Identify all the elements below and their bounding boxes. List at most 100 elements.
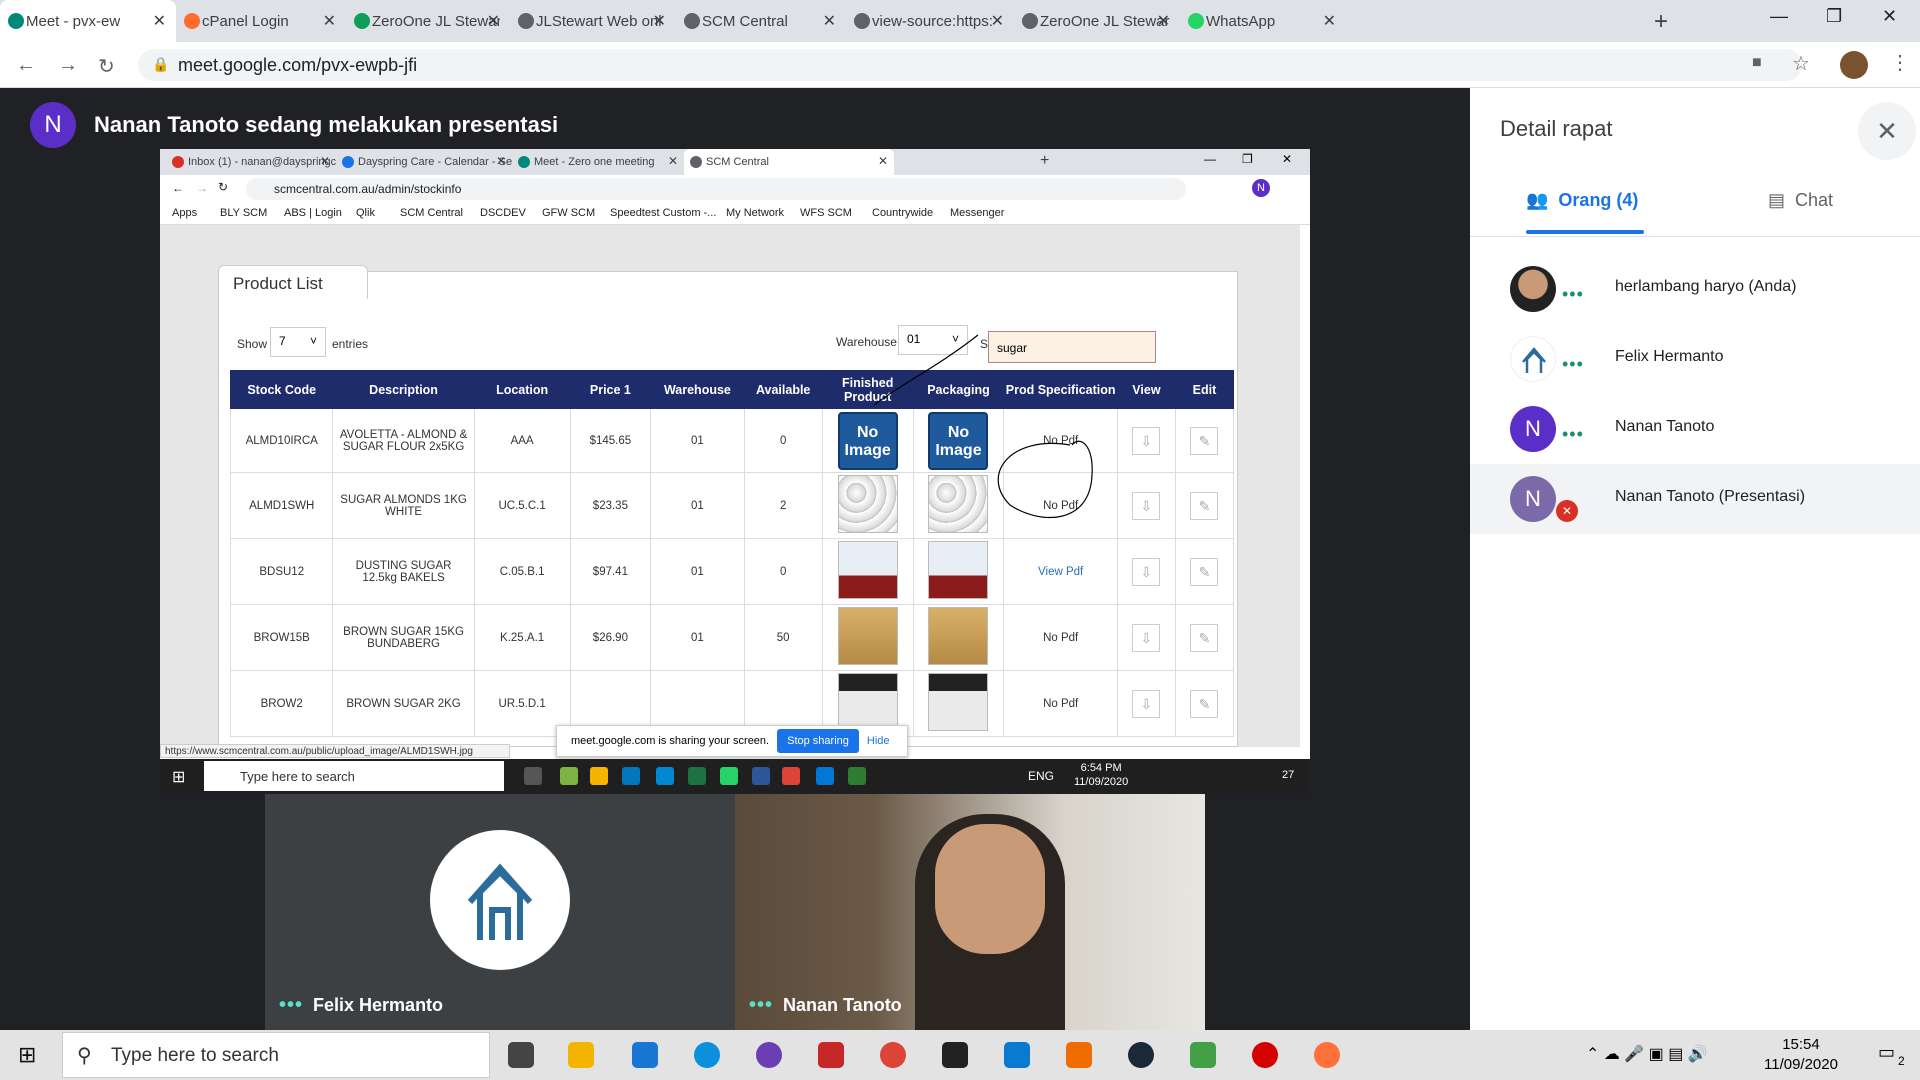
browser-tab[interactable]: Meet - pvx-ew ✕	[0, 0, 176, 42]
tab-close-icon[interactable]: ✕	[991, 11, 1004, 31]
shared-toolbar: ← → ↻ scmcentral.com.au/admin/stockinfo …	[160, 175, 1310, 203]
browser-tab[interactable]: ZeroOne JL Stewar ✕	[1014, 0, 1180, 42]
divider	[1470, 236, 1920, 237]
download-icon: ⇩	[1132, 689, 1161, 718]
packaging-cell	[912, 604, 1005, 671]
stop-sharing-button: Stop sharing	[777, 729, 859, 753]
file-explorer-icon[interactable]	[568, 1042, 594, 1068]
tile-name: Felix Hermanto	[313, 995, 444, 1015]
tab-close-icon[interactable]: ✕	[323, 11, 336, 31]
filezilla-icon[interactable]	[818, 1042, 844, 1068]
close-icon[interactable]: ✕	[1858, 102, 1916, 160]
tab-chat[interactable]: ▤ Chat	[1768, 190, 1833, 211]
bookmark-item: SCM Central	[400, 207, 463, 219]
pencil-icon: ✎	[1190, 689, 1219, 718]
vscode-icon[interactable]	[1004, 1042, 1030, 1068]
tab-close-icon[interactable]: ✕	[1323, 11, 1336, 31]
participant-name: Nanan Tanoto (Presentasi)	[1615, 488, 1806, 505]
edit-cell: ✎	[1174, 472, 1235, 539]
firefox-icon[interactable]	[1314, 1042, 1340, 1068]
task-view-icon[interactable]	[508, 1042, 534, 1068]
xampp-icon[interactable]	[1066, 1042, 1092, 1068]
tab-title: cPanel Login	[202, 12, 289, 30]
browser-tab[interactable]: cPanel Login ✕	[176, 0, 346, 42]
tab-close-icon[interactable]: ✕	[153, 11, 166, 31]
menu-icon[interactable]: ⋮	[1890, 50, 1910, 75]
tab-favicon-icon	[1188, 13, 1204, 29]
terminal-icon[interactable]	[942, 1042, 968, 1068]
tab-close-icon[interactable]: ✕	[1157, 11, 1170, 31]
shared-windows-icon: ⊞	[172, 769, 186, 786]
participant-avatar: N	[1510, 406, 1556, 452]
product-list-title: Product List	[218, 265, 368, 299]
tab-close-icon[interactable]: ✕	[487, 11, 500, 31]
bookmark-star-icon[interactable]: ☆	[1792, 51, 1810, 76]
windows-start-icon[interactable]: ⊞	[18, 1042, 36, 1068]
cell-avail: 2	[743, 472, 823, 539]
packaging-cell	[912, 670, 1005, 737]
participant-item[interactable]: N ✕ Nanan Tanoto (Presentasi)	[1470, 464, 1920, 534]
tile-name: Nanan Tanoto	[783, 995, 902, 1015]
participant-tile-felix[interactable]: ••• Felix Hermanto	[265, 794, 735, 1030]
product-thumbnail	[837, 673, 898, 731]
reload-button[interactable]: ↻	[98, 54, 115, 79]
product-thumbnail	[928, 607, 989, 665]
active-tab-indicator	[1526, 230, 1644, 234]
utorrent-icon[interactable]	[1190, 1042, 1216, 1068]
browser-tab[interactable]: SCM Central ✕	[676, 0, 846, 42]
windows-search-box[interactable]: ⚲ Type here to search	[62, 1032, 490, 1078]
cell-price: $26.90	[569, 604, 652, 671]
screen-share-notice: meet.google.com is sharing your screen. …	[556, 725, 908, 757]
participant-avatar	[1510, 336, 1556, 382]
browser-tab[interactable]: view-source:https: ✕	[846, 0, 1014, 42]
tab-favicon-icon	[518, 13, 534, 29]
app2-icon	[848, 767, 866, 785]
system-clock[interactable]: 15:54 11/09/2020	[1764, 1035, 1838, 1075]
shared-tab-favicon-icon	[518, 156, 530, 168]
steam-icon[interactable]	[1128, 1042, 1154, 1068]
cell-code: BROW2	[229, 670, 334, 737]
edge-icon[interactable]	[694, 1042, 720, 1068]
chrome-icon[interactable]	[880, 1042, 906, 1068]
forward-button[interactable]: →	[58, 54, 78, 77]
shared-browser-tab: SCM Central ✕	[684, 149, 894, 175]
tab-close-icon[interactable]: ✕	[653, 11, 666, 31]
participant-item[interactable]: ••• herlambang haryo (Anda)	[1470, 254, 1920, 324]
profile-avatar[interactable]	[1840, 51, 1868, 79]
github-icon[interactable]	[756, 1042, 782, 1068]
participant-tile-nanan[interactable]: ••• Nanan Tanoto	[735, 794, 1205, 1030]
participant-item[interactable]: ••• Felix Hermanto	[1470, 324, 1920, 394]
table-row: BROW15B BROWN SUGAR 15KG BUNDABERG K.25.A.…	[229, 604, 1235, 671]
back-button[interactable]: ←	[16, 54, 36, 77]
participant-avatar: N	[1510, 476, 1556, 522]
tab-people[interactable]: 👥 Orang (4)	[1526, 190, 1638, 211]
minimize-button[interactable]: —	[1770, 6, 1788, 27]
column-header: Price 1	[569, 370, 652, 409]
notification-icon[interactable]: ▭	[1878, 1042, 1895, 1063]
address-bar[interactable]: 🔒 meet.google.com/pvx-ewpb-jfi	[138, 49, 1802, 81]
cell-price: $23.35	[569, 472, 652, 539]
browser-tab[interactable]: ZeroOne JL Stewar ✕	[346, 0, 510, 42]
maximize-button[interactable]: ❐	[1826, 6, 1842, 27]
browser-tab[interactable]: WhatsApp ✕	[1180, 0, 1346, 42]
opera-icon[interactable]	[1252, 1042, 1278, 1068]
shared-back-icon: ←	[172, 181, 184, 195]
close-window-button[interactable]: ✕	[1882, 6, 1897, 27]
shared-tab-title: Dayspring Care - Calendar - Sept	[358, 156, 512, 168]
bookmark-item: GFW SCM	[542, 207, 596, 219]
new-tab-button[interactable]: +	[1654, 8, 1668, 36]
tab-favicon-icon	[684, 13, 700, 29]
edit-cell: ✎	[1174, 538, 1235, 605]
house-logo-icon	[467, 863, 533, 940]
participant-item[interactable]: N ••• Nanan Tanoto	[1470, 394, 1920, 464]
meet-stage: N Nanan Tanoto sedang melakukan presenta…	[0, 88, 1470, 1030]
camera-icon[interactable]: ■	[1752, 54, 1762, 72]
tray-icons[interactable]: ⌃ ☁ 🎤 ▣ ▤ 🔊	[1586, 1044, 1708, 1064]
tab-close-icon[interactable]: ✕	[823, 11, 836, 31]
browser-tab[interactable]: JLStewart Web onl ✕	[510, 0, 676, 42]
participant-avatar	[1510, 266, 1556, 312]
shared-browser-tab: Dayspring Care - Calendar - Sept ✕	[336, 149, 512, 175]
mail-icon[interactable]	[632, 1042, 658, 1068]
muted-mic-icon: ✕	[1556, 500, 1578, 522]
house-logo-icon	[1522, 347, 1546, 373]
